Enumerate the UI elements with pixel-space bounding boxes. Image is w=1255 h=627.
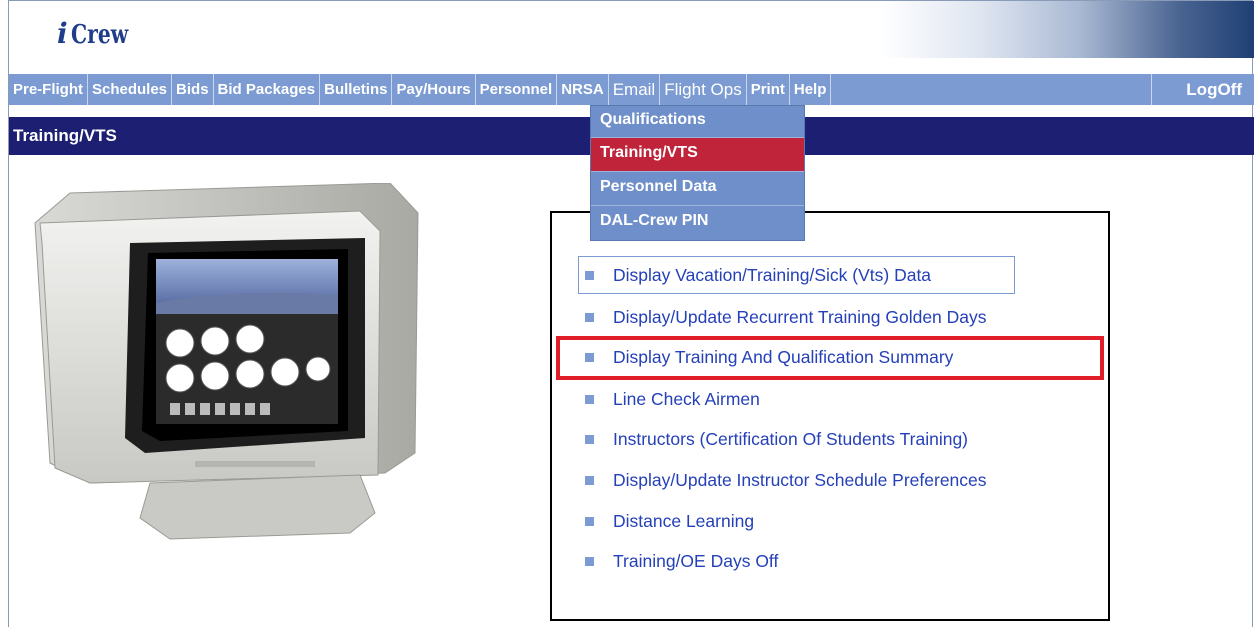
bullet-icon bbox=[585, 394, 594, 404]
menu-item-qualifications[interactable]: Qualifications bbox=[591, 106, 804, 138]
nav-item-help[interactable]: Help bbox=[790, 74, 832, 105]
link-instructor-schedule-preferences[interactable]: Display/Update Instructor Schedule Prefe… bbox=[585, 465, 987, 495]
bullet-icon bbox=[585, 352, 594, 362]
link-label[interactable]: Display/Update Recurrent Training Golden… bbox=[613, 307, 987, 328]
link-label[interactable]: Distance Learning bbox=[613, 511, 754, 532]
nav-spacer bbox=[831, 74, 1152, 105]
bullet-icon bbox=[585, 516, 594, 526]
bullet-icon bbox=[585, 434, 594, 444]
menu-item-training-vts[interactable]: Training/VTS bbox=[591, 138, 804, 172]
monitor-illustration bbox=[34, 183, 419, 540]
bullet-icon bbox=[585, 556, 594, 566]
link-label[interactable]: Display/Update Instructor Schedule Prefe… bbox=[613, 470, 987, 491]
link-training-qualification-summary[interactable]: Display Training And Qualification Summa… bbox=[585, 342, 953, 372]
bullet-icon bbox=[585, 270, 594, 280]
nav-item-bulletins[interactable]: Bulletins bbox=[320, 74, 393, 105]
menu-item-personnel-data[interactable]: Personnel Data bbox=[591, 172, 804, 206]
link-label[interactable]: Display Training And Qualification Summa… bbox=[613, 347, 953, 368]
link-label[interactable]: Line Check Airmen bbox=[613, 389, 760, 410]
link-label[interactable]: Training/OE Days Off bbox=[613, 551, 778, 572]
link-display-vts-data[interactable]: Display Vacation/Training/Sick (Vts) Dat… bbox=[585, 260, 931, 290]
bullet-icon bbox=[585, 475, 594, 485]
main-nav: Pre-Flight Schedules Bids Bid Packages B… bbox=[9, 74, 1254, 105]
page-title: Training/VTS bbox=[13, 126, 117, 145]
nav-item-bid-packages[interactable]: Bid Packages bbox=[214, 74, 321, 105]
nav-item-print[interactable]: Print bbox=[747, 74, 790, 105]
logoff-button[interactable]: LogOff bbox=[1152, 74, 1254, 105]
menu-item-dal-crew-pin[interactable]: DAL-Crew PIN bbox=[591, 206, 804, 240]
link-distance-learning[interactable]: Distance Learning bbox=[585, 506, 754, 536]
nav-item-pre-flight[interactable]: Pre-Flight bbox=[9, 74, 88, 105]
link-label[interactable]: Instructors (Certification Of Students T… bbox=[613, 429, 968, 450]
link-line-check-airmen[interactable]: Line Check Airmen bbox=[585, 384, 760, 414]
nav-item-personnel[interactable]: Personnel bbox=[476, 74, 558, 105]
nav-item-bids[interactable]: Bids bbox=[172, 74, 214, 105]
nav-item-pay-hours[interactable]: Pay/Hours bbox=[392, 74, 476, 105]
personnel-dropdown-menu: Qualifications Training/VTS Personnel Da… bbox=[590, 105, 805, 241]
link-recurrent-golden-days[interactable]: Display/Update Recurrent Training Golden… bbox=[585, 302, 987, 332]
bullet-icon bbox=[585, 312, 594, 322]
link-instructors-certification[interactable]: Instructors (Certification Of Students T… bbox=[585, 424, 968, 454]
header-banner: i Crew bbox=[9, 1, 1254, 58]
link-label[interactable]: Display Vacation/Training/Sick (Vts) Dat… bbox=[613, 265, 931, 286]
nav-item-schedules[interactable]: Schedules bbox=[88, 74, 173, 105]
app-logo[interactable]: i Crew bbox=[57, 17, 144, 50]
link-training-oe-days-off[interactable]: Training/OE Days Off bbox=[585, 546, 778, 576]
nav-item-email[interactable]: Email bbox=[609, 74, 661, 105]
nav-item-flight-ops[interactable]: Flight Ops bbox=[660, 74, 747, 105]
nav-item-nrsa[interactable]: NRSA bbox=[557, 74, 609, 105]
